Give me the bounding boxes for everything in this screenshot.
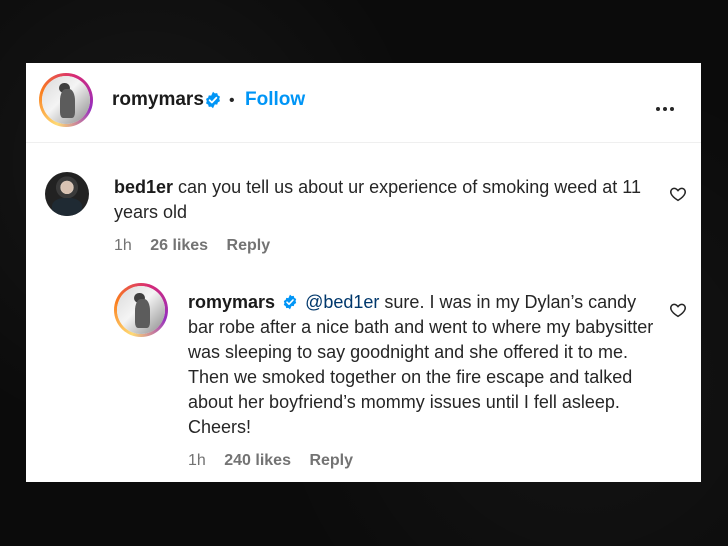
more-options-icon[interactable] <box>656 98 677 116</box>
reply-like-heart-icon[interactable] <box>669 301 687 319</box>
commenter-avatar[interactable] <box>45 172 89 216</box>
reply-author-avatar[interactable] <box>114 283 168 337</box>
reply-time: 1h <box>188 452 206 469</box>
comment-meta: 1h 26 likes Reply <box>114 237 284 255</box>
reply-meta: 1h 240 likes Reply <box>188 452 367 470</box>
reply-reply-button[interactable]: Reply <box>309 452 353 469</box>
comment-likes[interactable]: 26 likes <box>150 237 208 254</box>
reply-likes[interactable]: 240 likes <box>224 452 291 469</box>
verified-badge-icon <box>283 294 297 310</box>
separator-dot: • <box>229 92 235 109</box>
comment-text: can you tell us about ur experience of s… <box>114 177 641 222</box>
author-username[interactable]: romymars <box>112 89 204 111</box>
reply-body: romymars @bed1er sure. I was in my Dylan… <box>188 290 654 440</box>
comment-time: 1h <box>114 237 132 254</box>
reply-text: sure. I was in my Dylan’s candy bar robe… <box>188 292 654 437</box>
follow-button[interactable]: Follow <box>245 89 305 111</box>
commenter-username[interactable]: bed1er <box>114 177 173 197</box>
post-header: romymars • Follow <box>26 63 701 143</box>
reply-mention[interactable]: @bed1er <box>305 292 379 312</box>
instagram-comment-card: romymars • Follow bed1er can you tell us… <box>26 63 701 482</box>
reply-button[interactable]: Reply <box>227 237 271 254</box>
reply-username[interactable]: romymars <box>188 292 275 312</box>
author-avatar[interactable] <box>39 73 93 127</box>
like-heart-icon[interactable] <box>669 185 687 203</box>
verified-badge-icon <box>206 91 220 109</box>
comment-body: bed1er can you tell us about ur experien… <box>114 175 654 225</box>
